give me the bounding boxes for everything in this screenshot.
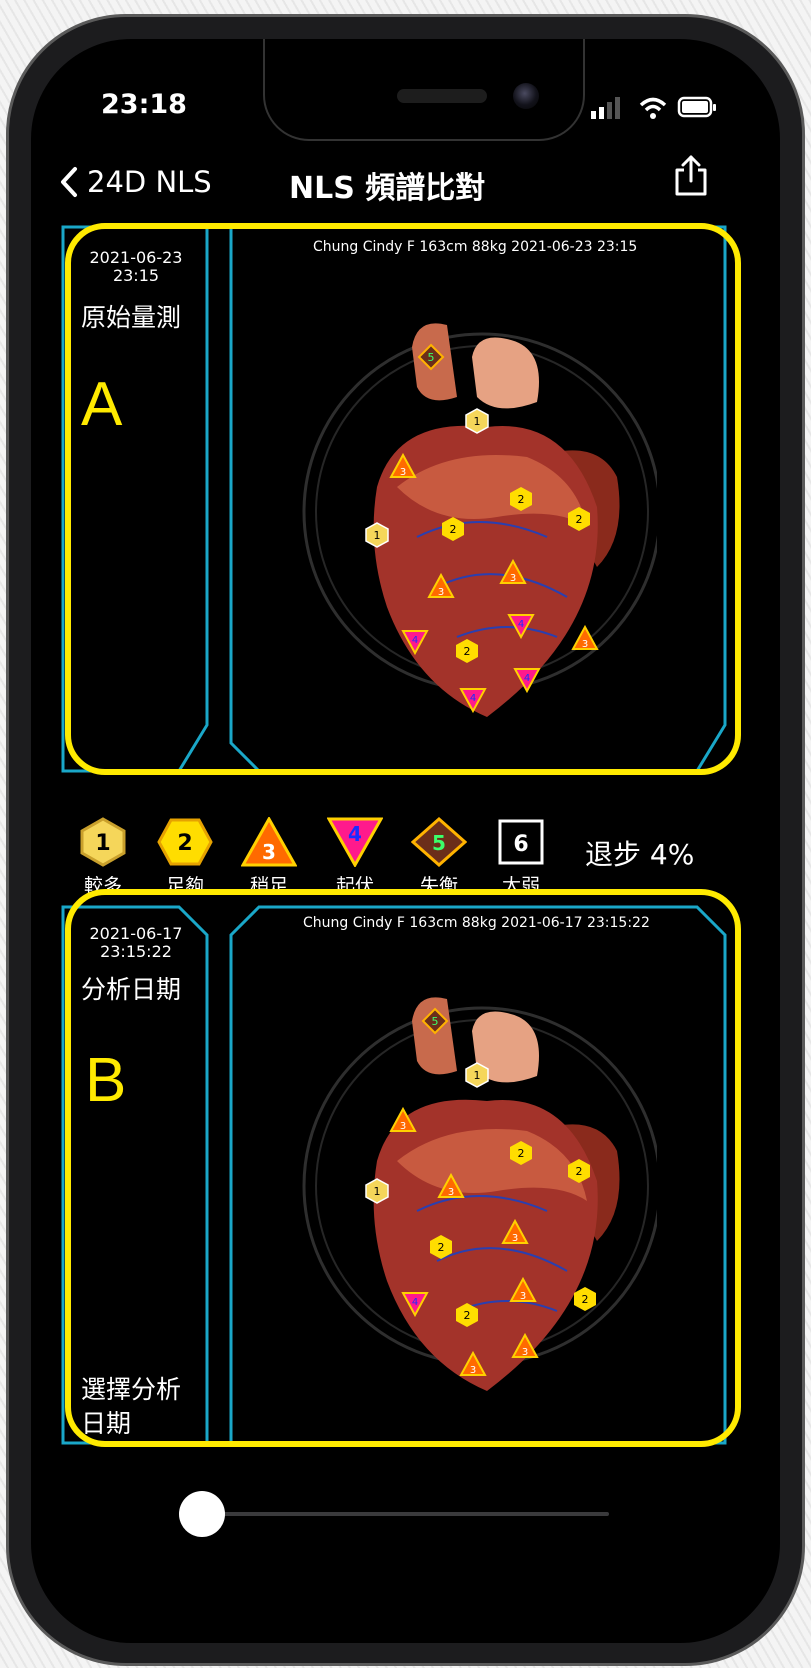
slider-knob[interactable]	[179, 1491, 225, 1537]
speaker	[397, 89, 487, 103]
signal-icon	[591, 97, 620, 119]
highlight-box-a	[65, 223, 741, 775]
svg-text:1: 1	[95, 831, 110, 856]
notch	[263, 39, 585, 141]
hexagon-1-icon: 1	[80, 817, 126, 867]
hexagon-2-icon: 2	[157, 818, 213, 866]
camera-icon	[513, 83, 539, 109]
chevron-left-icon	[61, 167, 77, 197]
status-icons	[591, 96, 716, 119]
triangle-3-icon: 3	[241, 817, 297, 867]
legend-item-3: 3 稍足	[237, 817, 301, 898]
recede-percent: 退步 4%	[585, 838, 695, 871]
battery-icon	[677, 96, 716, 118]
svg-text:6: 6	[513, 832, 528, 857]
legend-item-5: 5 失衡	[407, 817, 471, 898]
highlight-box-b	[65, 889, 741, 1447]
svg-text:5: 5	[432, 831, 446, 855]
triangle-down-4-icon: 4	[327, 817, 383, 867]
app-screen: 23:18 24D NLS NLS 頻譜比對 2021-06-23 23:15 …	[31, 39, 780, 1643]
back-button[interactable]: 24D NLS	[59, 159, 212, 205]
legend-item-2: 2 足夠	[153, 817, 217, 898]
diamond-5-icon: 5	[411, 817, 467, 867]
svg-text:4: 4	[348, 822, 362, 846]
legend-item-6: 6 太弱	[489, 817, 553, 898]
date-slider[interactable]	[179, 1491, 609, 1537]
svg-text:3: 3	[262, 840, 276, 864]
phone-frame: 23:18 24D NLS NLS 頻譜比對 2021-06-23 23:15 …	[6, 14, 805, 1666]
back-label: 24D NLS	[87, 165, 212, 199]
status-time: 23:18	[101, 89, 187, 120]
square-6-icon: 6	[498, 819, 544, 865]
legend-item-1: 1 較多	[71, 817, 135, 898]
svg-text:2: 2	[177, 831, 192, 856]
page-title: NLS 頻譜比對	[289, 171, 486, 206]
share-icon[interactable]	[671, 153, 711, 197]
slider-track	[199, 1512, 609, 1516]
wifi-icon	[639, 97, 667, 119]
legend-item-4: 4 起伏	[323, 817, 387, 898]
